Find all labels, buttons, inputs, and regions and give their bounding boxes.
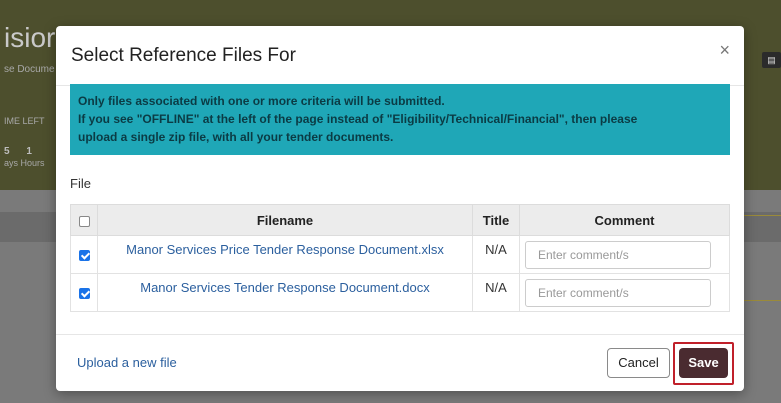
filename-cell: Manor Services Tender Response Document.…: [97, 273, 473, 312]
save-button[interactable]: Save: [679, 348, 728, 378]
file-section-label: File: [70, 176, 91, 191]
alert-line: Only files associated with one or more c…: [78, 94, 445, 108]
alert-line: upload a single zip file, with all your …: [78, 130, 394, 144]
row-checkbox[interactable]: [78, 288, 90, 300]
table-header-row: Filename Title Comment: [70, 204, 730, 236]
background-time-units: ays Hours: [4, 158, 45, 168]
column-header-title: Title: [472, 204, 520, 236]
background-divider: [740, 300, 781, 301]
comment-input[interactable]: [525, 240, 711, 269]
info-alert: Only files associated with one or more c…: [70, 84, 730, 155]
filename-cell: Manor Services Price Tender Response Doc…: [97, 235, 473, 274]
comment-cell: [519, 235, 730, 274]
close-icon[interactable]: ×: [719, 41, 730, 59]
footer-divider: [56, 334, 744, 335]
background-divider: [740, 215, 781, 216]
column-header-comment: Comment: [519, 204, 730, 236]
title-cell: N/A: [472, 273, 520, 312]
select-all-cell: [70, 204, 98, 236]
select-all-checkbox[interactable]: [78, 215, 90, 227]
background-id-card-icon: ▤: [762, 52, 781, 68]
title-value: N/A: [485, 280, 507, 295]
upload-new-file-link[interactable]: Upload a new file: [77, 355, 177, 370]
select-reference-files-modal: Select Reference Files For × Only files …: [56, 26, 744, 391]
table-row: Manor Services Price Tender Response Doc…: [70, 235, 730, 274]
cancel-button[interactable]: Cancel: [607, 348, 670, 378]
row-checkbox[interactable]: [78, 250, 90, 262]
title-cell: N/A: [472, 235, 520, 274]
background-page-subtitle: se Docume: [4, 64, 55, 75]
files-table: Filename Title Comment Manor Services Pr…: [70, 204, 730, 312]
filename-link[interactable]: Manor Services Price Tender Response Doc…: [126, 242, 444, 257]
title-value: N/A: [485, 242, 507, 257]
background-time-left-label: IME LEFT: [4, 116, 45, 126]
alert-line: If you see "OFFLINE" at the left of the …: [78, 112, 638, 126]
modal-title: Select Reference Files For: [71, 45, 296, 66]
row-checkbox-cell: [70, 273, 98, 312]
background-time-values: 5 1: [4, 146, 32, 157]
column-header-filename: Filename: [97, 204, 473, 236]
comment-cell: [519, 273, 730, 312]
filename-link[interactable]: Manor Services Tender Response Document.…: [140, 280, 430, 295]
row-checkbox-cell: [70, 235, 98, 274]
table-row: Manor Services Tender Response Document.…: [70, 273, 730, 312]
comment-input[interactable]: [525, 278, 711, 307]
background-page-title: isior: [4, 22, 56, 53]
